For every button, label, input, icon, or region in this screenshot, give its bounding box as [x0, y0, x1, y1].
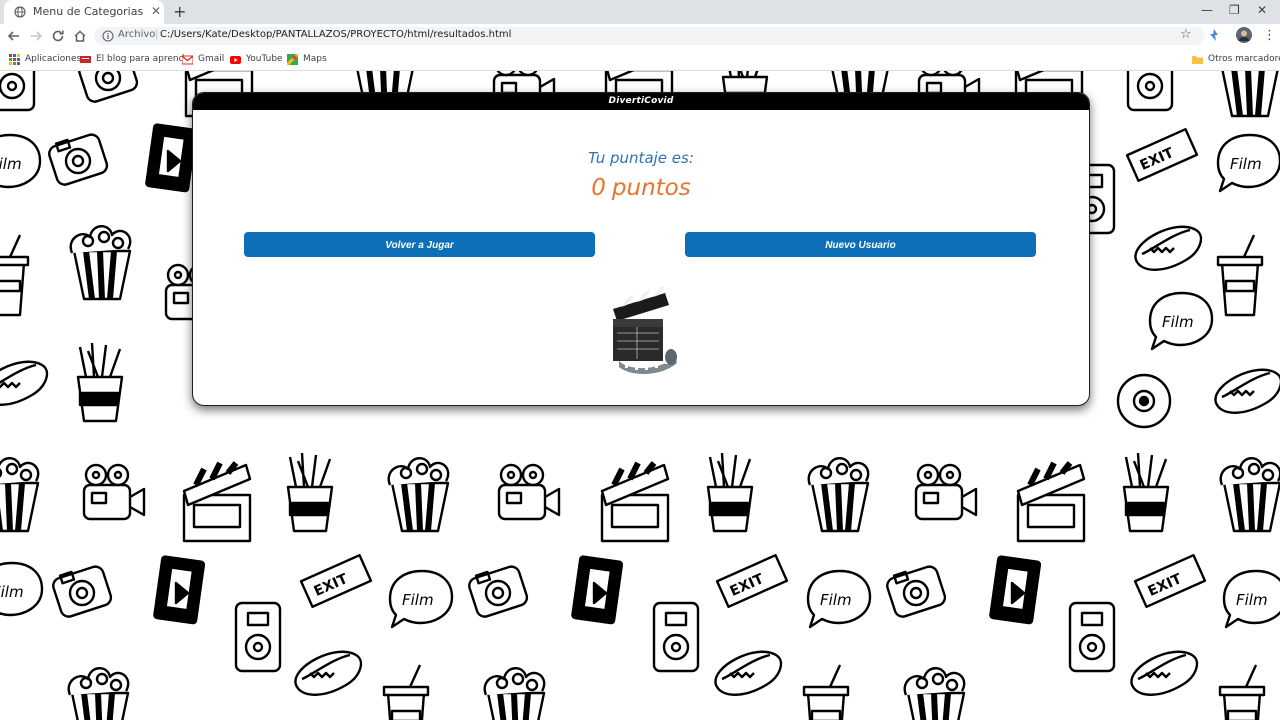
bookmark-label: Aplicaciones: [25, 54, 82, 64]
browser-tab-strip: Menu de Categorias ✕ + — ❐ ✕: [0, 0, 1280, 24]
play-again-button[interactable]: Volver a Jugar: [244, 232, 595, 257]
bookmark-maps[interactable]: Maps: [287, 52, 327, 66]
reload-icon[interactable]: [50, 28, 66, 44]
forward-arrow-icon[interactable]: [28, 28, 44, 44]
tab-close-icon[interactable]: ✕: [151, 4, 161, 18]
bookmark-gmail[interactable]: Gmail: [182, 52, 224, 66]
browser-toolbar: Archivo | C:/Users/Kate/Desktop/PANTALLA…: [0, 24, 1280, 48]
home-icon[interactable]: [72, 28, 88, 44]
close-window-icon[interactable]: ✕: [1257, 3, 1267, 17]
bookmark-blog[interactable]: El blog para aprend...: [80, 52, 193, 66]
bookmark-label: Maps: [303, 54, 327, 64]
score-label: Tu puntaje es:: [588, 149, 694, 167]
youtube-icon: [230, 55, 241, 64]
score-unit: puntos: [611, 175, 691, 201]
gmail-icon: [182, 55, 193, 64]
address-bar[interactable]: Archivo | C:/Users/Kate/Desktop/PANTALLA…: [94, 27, 1204, 45]
minimize-icon[interactable]: —: [1201, 3, 1213, 17]
folder-icon: [1192, 55, 1203, 64]
address-separator: |: [155, 29, 159, 40]
new-tab-icon[interactable]: +: [173, 2, 186, 21]
new-user-button[interactable]: Nuevo Usuario: [685, 232, 1036, 257]
restore-icon[interactable]: ❐: [1229, 3, 1240, 17]
apps-grid-icon: [9, 53, 20, 65]
address-scheme: Archivo: [118, 29, 156, 40]
globe-icon: [14, 6, 26, 18]
bookmark-youtube[interactable]: YouTube: [230, 52, 283, 66]
clapperboard-icon: [613, 286, 677, 374]
info-icon[interactable]: [102, 30, 114, 42]
card-header-title: DivertiCovid: [193, 93, 1089, 110]
back-arrow-icon[interactable]: [6, 28, 22, 44]
tab-title: Menu de Categorias: [33, 5, 144, 18]
score-display: 0 puntos: [193, 175, 1089, 201]
maps-icon: [287, 53, 298, 65]
results-card: DivertiCovid Tu puntaje es: 0 puntos Volv…: [192, 92, 1090, 406]
address-url[interactable]: C:/Users/Kate/Desktop/PANTALLAZOS/PROYEC…: [160, 29, 511, 40]
avatar[interactable]: [1236, 27, 1252, 43]
bookmark-label: Otros marcadores: [1208, 54, 1280, 64]
bookmark-aplicaciones[interactable]: Aplicaciones: [9, 52, 81, 66]
bookmark-other[interactable]: Otros marcadores: [1192, 52, 1280, 66]
bookmark-label: El blog para aprend...: [96, 54, 193, 64]
bookmarks-bar: Aplicaciones El blog para aprend... Gmai…: [0, 48, 1280, 71]
menu-icon[interactable]: ⋮: [1263, 28, 1276, 43]
page-viewport: EXIT Film: [0, 71, 1280, 720]
blog-icon: [80, 55, 91, 63]
bookmark-star-icon[interactable]: ☆: [1180, 27, 1192, 42]
extension-icon[interactable]: [1208, 28, 1220, 42]
score-number: 0: [591, 175, 606, 201]
bookmark-label: YouTube: [246, 54, 283, 64]
browser-tab[interactable]: Menu de Categorias ✕: [4, 0, 164, 24]
bookmark-label: Gmail: [198, 54, 225, 64]
